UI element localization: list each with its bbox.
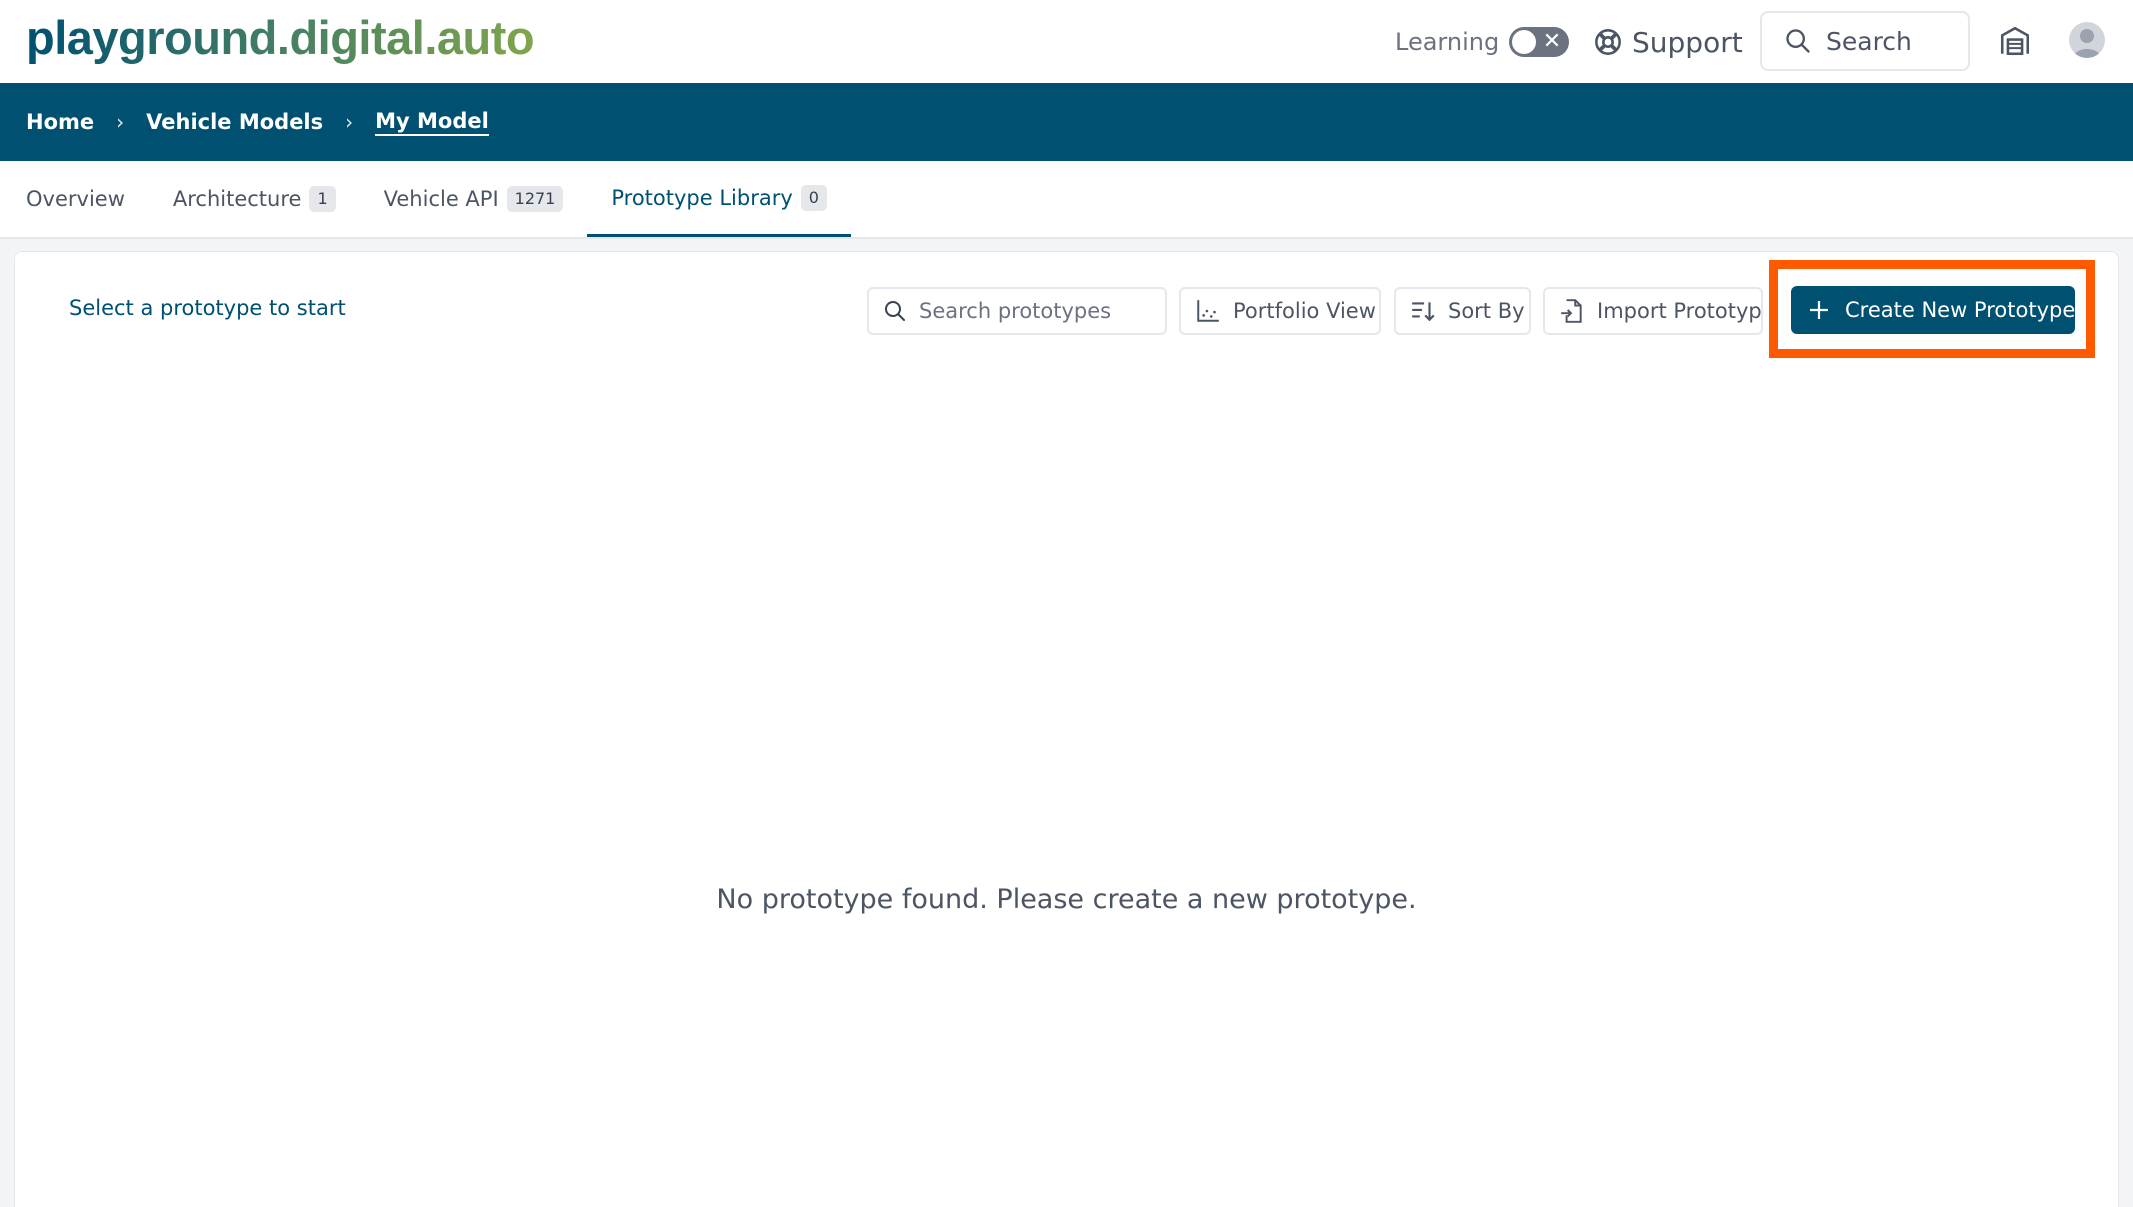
- count-badge: 1: [309, 186, 336, 212]
- sort-icon: [1410, 298, 1436, 324]
- search-label: Search: [1826, 26, 1912, 56]
- breadcrumb-vehicle-models[interactable]: Vehicle Models: [146, 110, 323, 134]
- tab-vehicle-api[interactable]: Vehicle API 1271: [360, 161, 588, 237]
- sort-by-button[interactable]: Sort By: [1394, 287, 1531, 335]
- select-prototype-hint: Select a prototype to start: [69, 296, 346, 320]
- portfolio-view-button[interactable]: Portfolio View: [1179, 287, 1381, 335]
- toggle-knob: [1512, 30, 1537, 54]
- close-icon: ✕: [1542, 29, 1562, 54]
- breadcrumb: Home › Vehicle Models › My Model: [0, 83, 2133, 161]
- import-prototype-button[interactable]: Import Prototype: [1543, 287, 1763, 335]
- tab-label: Overview: [26, 187, 125, 211]
- search-icon: [1784, 27, 1812, 55]
- empty-state-message: No prototype found. Please create a new …: [716, 884, 1417, 915]
- support-button[interactable]: Support: [1594, 20, 1743, 64]
- plus-icon: [1807, 298, 1831, 322]
- sort-by-label: Sort By: [1448, 299, 1525, 323]
- chevron-right-icon: ›: [345, 110, 354, 134]
- garage-button[interactable]: [1998, 24, 2034, 60]
- learning-mode: Learning ✕: [1395, 22, 1570, 62]
- tab-label: Prototype Library: [611, 185, 793, 210]
- count-badge: 0: [800, 184, 827, 211]
- app-root: playground.digital.auto Learning ✕ Suppo…: [0, 0, 2133, 1207]
- prototype-search-input[interactable]: Search prototypes: [867, 287, 1167, 335]
- import-prototype-label: Import Prototype: [1597, 299, 1763, 323]
- tab-overview[interactable]: Overview: [26, 161, 149, 237]
- chevron-right-icon: ›: [116, 110, 125, 134]
- avatar[interactable]: [2069, 22, 2105, 58]
- tab-architecture[interactable]: Architecture 1: [149, 161, 360, 237]
- breadcrumb-home[interactable]: Home: [26, 110, 94, 134]
- lifebuoy-icon: [1594, 28, 1622, 56]
- model-tabs: Overview Architecture 1 Vehicle API 1271…: [0, 161, 2133, 239]
- prototype-library-panel: [14, 251, 2119, 1207]
- global-search-button[interactable]: Search: [1760, 11, 1970, 71]
- count-badge: 1271: [506, 186, 564, 212]
- search-icon: [883, 299, 907, 323]
- learning-toggle[interactable]: ✕: [1509, 27, 1570, 57]
- scatter-chart-icon: [1195, 298, 1221, 324]
- portfolio-view-label: Portfolio View: [1233, 299, 1376, 323]
- top-header: playground.digital.auto Learning ✕ Suppo…: [0, 0, 2133, 83]
- breadcrumb-my-model[interactable]: My Model: [375, 109, 489, 136]
- logo[interactable]: playground.digital.auto: [26, 10, 535, 65]
- create-new-prototype-label: Create New Prototype: [1845, 298, 2076, 322]
- user-icon: [2069, 22, 2105, 58]
- support-label: Support: [1632, 25, 1743, 59]
- tab-label: Architecture: [172, 187, 302, 211]
- create-new-prototype-button[interactable]: Create New Prototype: [1791, 286, 2075, 334]
- search-placeholder: Search prototypes: [919, 299, 1112, 323]
- garage-icon: [1998, 24, 2034, 58]
- tab-prototype-library[interactable]: Prototype Library 0: [587, 161, 851, 237]
- learning-label: Learning: [1395, 28, 1500, 56]
- tab-label: Vehicle API: [383, 187, 499, 211]
- file-import-icon: [1559, 298, 1585, 324]
